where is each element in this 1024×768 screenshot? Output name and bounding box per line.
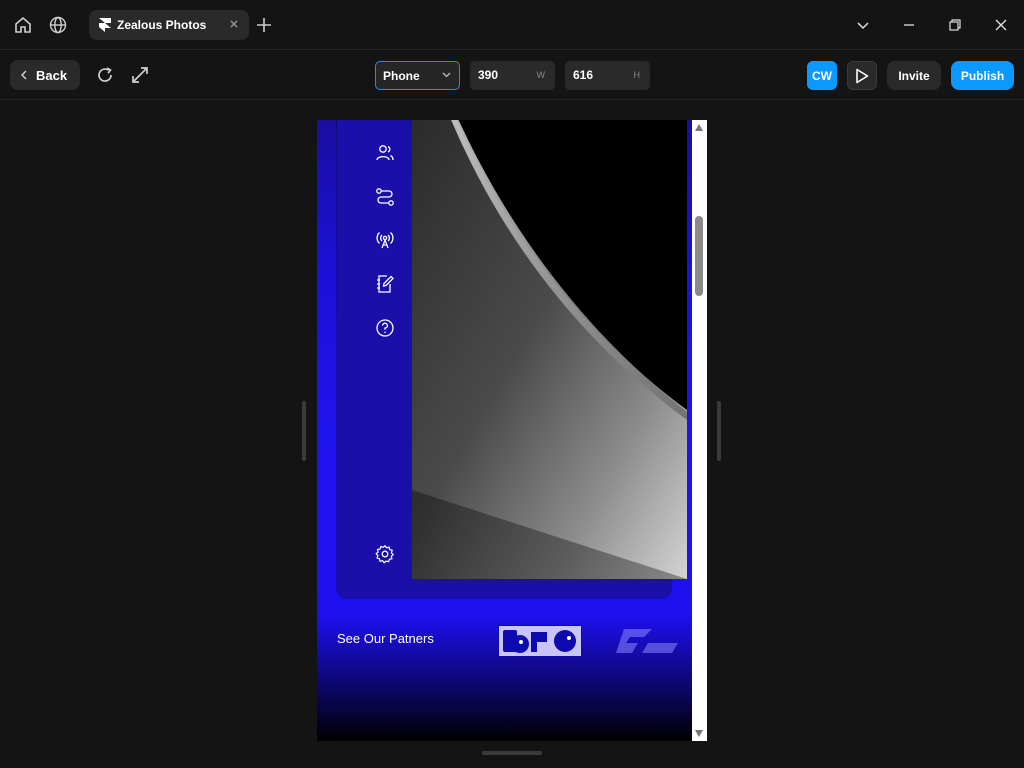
home-icon[interactable] bbox=[11, 13, 35, 37]
preview-scrollbar[interactable] bbox=[692, 120, 707, 741]
avatar[interactable]: CW bbox=[807, 61, 837, 90]
width-unit: W bbox=[536, 70, 546, 80]
left-resize-handle[interactable] bbox=[302, 401, 306, 461]
chevron-down-icon[interactable] bbox=[853, 15, 873, 35]
height-value: 616 bbox=[573, 68, 594, 82]
width-value: 390 bbox=[478, 68, 499, 82]
invite-button[interactable]: Invite bbox=[887, 61, 941, 90]
window-close-icon[interactable] bbox=[991, 15, 1011, 35]
scroll-thumb[interactable] bbox=[695, 216, 703, 296]
tab-title: Zealous Photos bbox=[117, 18, 207, 32]
minimize-icon[interactable] bbox=[899, 15, 919, 35]
broadcast-icon[interactable] bbox=[375, 230, 395, 250]
plus-icon[interactable] bbox=[254, 15, 274, 35]
title-bar: Zealous Photos bbox=[0, 0, 1024, 50]
width-field[interactable]: 390 W bbox=[470, 61, 555, 90]
settings-icon[interactable] bbox=[375, 544, 395, 564]
play-icon bbox=[856, 68, 869, 83]
site-preview: See Our Patners bbox=[317, 120, 692, 741]
tab-zealous-photos[interactable]: Zealous Photos bbox=[89, 10, 249, 40]
partner-logo-faded bbox=[616, 629, 678, 653]
reload-icon[interactable] bbox=[95, 65, 115, 85]
help-circle-icon[interactable] bbox=[375, 318, 395, 338]
back-button[interactable]: Back bbox=[10, 60, 80, 90]
height-field[interactable]: 616 H bbox=[565, 61, 650, 90]
globe-icon[interactable] bbox=[46, 13, 70, 37]
scroll-up-arrow[interactable] bbox=[695, 124, 703, 131]
device-select[interactable]: Phone bbox=[375, 61, 460, 90]
back-label: Back bbox=[36, 67, 68, 83]
toolbar: Back Phone 390 W 616 H CW Invite Publish bbox=[0, 50, 1024, 100]
partners-label: See Our Patners bbox=[337, 631, 434, 646]
height-unit: H bbox=[633, 70, 641, 80]
partner-logo bbox=[498, 625, 582, 657]
users-icon[interactable] bbox=[375, 143, 395, 163]
restore-icon[interactable] bbox=[945, 15, 965, 35]
bottom-resize-handle[interactable] bbox=[482, 751, 542, 755]
chevron-left-icon bbox=[20, 70, 27, 80]
canvas: See Our Patners bbox=[0, 101, 1024, 768]
preview-play-button[interactable] bbox=[847, 61, 877, 90]
dashboard-panel bbox=[337, 120, 687, 598]
close-icon[interactable] bbox=[227, 17, 241, 31]
expand-icon[interactable] bbox=[130, 65, 150, 85]
scroll-down-arrow[interactable] bbox=[695, 730, 703, 737]
chevron-down-icon bbox=[442, 72, 451, 78]
framer-logo-icon bbox=[99, 18, 111, 32]
right-resize-handle[interactable] bbox=[717, 401, 721, 461]
routes-icon[interactable] bbox=[375, 187, 395, 207]
hero-photo bbox=[412, 120, 687, 579]
publish-button[interactable]: Publish bbox=[951, 61, 1014, 90]
notebook-edit-icon[interactable] bbox=[375, 274, 395, 294]
device-selected-label: Phone bbox=[383, 68, 420, 83]
